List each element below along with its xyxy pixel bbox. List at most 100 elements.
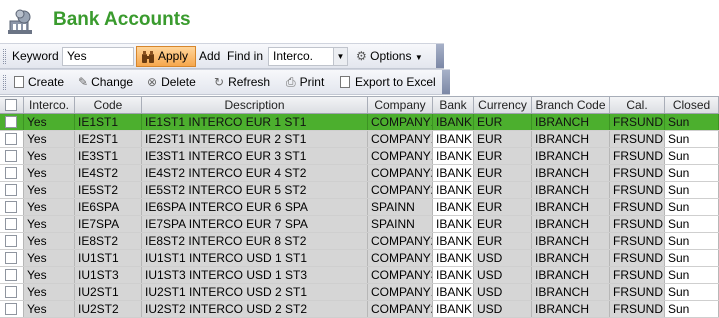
cell-cal: FRSUND: [610, 250, 665, 266]
table-row[interactable]: Yes IE6SPA IE6SPA INTERCO EUR 6 SPA SPAINN I…: [0, 199, 719, 216]
column-header-interco[interactable]: Interco.: [24, 97, 75, 113]
row-checkbox[interactable]: [5, 116, 17, 128]
column-header-description[interactable]: Description: [142, 97, 368, 113]
create-button[interactable]: Create: [14, 70, 64, 94]
select-all-checkbox[interactable]: [5, 99, 17, 111]
column-header-branch-code[interactable]: Branch Code: [532, 97, 610, 113]
apply-button[interactable]: Apply: [136, 46, 196, 67]
cell-closed: Sun: [665, 114, 719, 130]
cell-interco: Yes: [24, 301, 75, 317]
cell-interco: Yes: [24, 284, 75, 300]
cell-interco: Yes: [24, 250, 75, 266]
row-checkbox[interactable]: [5, 286, 17, 298]
cell-company: COMPANY2: [368, 233, 433, 249]
cell-description: IE5ST2 INTERCO EUR 5 ST2: [142, 182, 368, 198]
table-row[interactable]: Yes IU2ST2 IU2ST2 INTERCO USD 2 ST2 COMPANY…: [0, 301, 719, 318]
table-row[interactable]: Yes IE7SPA IE7SPA INTERCO EUR 7 SPA SPAINN I…: [0, 216, 719, 233]
cell-bank: IBANK: [433, 165, 474, 181]
delete-button[interactable]: ⊗ Delete: [147, 70, 196, 94]
toolbar-grip[interactable]: [3, 49, 6, 64]
export-label: Export to Excel: [355, 75, 436, 89]
cell-currency: USD: [474, 284, 532, 300]
table-row[interactable]: Yes IU1ST1 IU1ST1 INTERCO USD 1 ST1 COMPANY…: [0, 250, 719, 267]
row-select-cell: [0, 284, 24, 300]
row-checkbox[interactable]: [5, 184, 17, 196]
table-row[interactable]: Yes IE4ST2 IE4ST2 INTERCO EUR 4 ST2 COMPANY…: [0, 165, 719, 182]
cell-bank: IBANK: [433, 114, 474, 130]
cell-company: COMPANY1: [368, 284, 433, 300]
cell-description: IE1ST1 INTERCO EUR 1 ST1: [142, 114, 368, 130]
chevron-down-icon[interactable]: ▼: [333, 48, 347, 65]
cell-cal: FRSUND: [610, 165, 665, 181]
column-header-cal[interactable]: Cal.: [610, 97, 665, 113]
row-checkbox[interactable]: [5, 167, 17, 179]
cell-currency: EUR: [474, 131, 532, 147]
cell-company: COMPANY1: [368, 148, 433, 164]
cell-interco: Yes: [24, 165, 75, 181]
table-row[interactable]: Yes IU2ST1 IU2ST1 INTERCO USD 2 ST1 COMPANY…: [0, 284, 719, 301]
table-row[interactable]: Yes IE8ST2 IE8ST2 INTERCO EUR 8 ST2 COMPANY…: [0, 233, 719, 250]
cell-interco: Yes: [24, 131, 75, 147]
refresh-icon: ↻: [214, 75, 225, 89]
row-checkbox[interactable]: [5, 269, 17, 281]
options-chevron-icon: ▼: [414, 53, 423, 62]
table-row[interactable]: Yes IE1ST1 IE1ST1 INTERCO EUR 1 ST1 COMPANY…: [0, 114, 719, 131]
print-button[interactable]: ⎙ Print: [286, 70, 324, 94]
table-row[interactable]: Yes IE2ST1 IE2ST1 INTERCO EUR 2 ST1 COMPANY…: [0, 131, 719, 148]
cell-cal: FRSUND: [610, 182, 665, 198]
row-checkbox[interactable]: [5, 150, 17, 162]
cell-branch-code: IBRANCH: [532, 114, 610, 130]
cell-closed: Sun: [665, 250, 719, 266]
export-button[interactable]: Export to Excel: [340, 70, 436, 94]
cell-currency: USD: [474, 267, 532, 283]
toolbar-overflow[interactable]: [436, 44, 444, 68]
cell-cal: FRSUND: [610, 131, 665, 147]
find-in-select[interactable]: Interco. ▼: [268, 47, 348, 66]
toolbar-overflow[interactable]: [442, 70, 450, 94]
grid-header-row: Interco. Code Description Company Bank Curren…: [0, 97, 719, 114]
toolbar-grip[interactable]: [3, 75, 6, 90]
select-all-cell: [0, 97, 24, 113]
row-select-cell: [0, 165, 24, 181]
row-checkbox[interactable]: [5, 235, 17, 247]
row-select-cell: [0, 301, 24, 317]
cell-description: IU2ST2 INTERCO USD 2 ST2: [142, 301, 368, 317]
action-toolbar: Create ✎ Change ⊗ Delete ↻ Refresh ⎙ Print E…: [0, 69, 450, 95]
cell-company: SPAINN: [368, 216, 433, 232]
cell-branch-code: IBRANCH: [532, 250, 610, 266]
column-header-closed[interactable]: Closed: [665, 97, 719, 113]
page-title: Bank Accounts: [53, 9, 191, 30]
cell-description: IU2ST1 INTERCO USD 2 ST1: [142, 284, 368, 300]
cell-company: COMPANY2: [368, 301, 433, 317]
cell-code: IE5ST2: [75, 182, 142, 198]
cell-closed: Sun: [665, 284, 719, 300]
column-header-currency[interactable]: Currency: [474, 97, 532, 113]
keyword-input[interactable]: Yes: [62, 47, 134, 66]
column-header-company[interactable]: Company: [368, 97, 433, 113]
table-row[interactable]: Yes IE3ST1 IE3ST1 INTERCO EUR 3 ST1 COMPANY…: [0, 148, 719, 165]
cell-currency: EUR: [474, 182, 532, 198]
add-button[interactable]: Add: [199, 44, 220, 68]
table-row[interactable]: Yes IU1ST3 IU1ST3 INTERCO USD 1 ST3 COMPANY…: [0, 267, 719, 284]
row-checkbox[interactable]: [5, 252, 17, 264]
row-checkbox[interactable]: [5, 201, 17, 213]
options-button[interactable]: ⚙ Options ▼: [356, 44, 423, 68]
cell-description: IE4ST2 INTERCO EUR 4 ST2: [142, 165, 368, 181]
cell-bank: IBANK: [433, 301, 474, 317]
row-checkbox[interactable]: [5, 218, 17, 230]
create-label: Create: [28, 75, 65, 89]
cell-currency: EUR: [474, 199, 532, 215]
cell-code: IE3ST1: [75, 148, 142, 164]
cell-cal: FRSUND: [610, 216, 665, 232]
cell-company: COMPANY3: [368, 267, 433, 283]
row-checkbox[interactable]: [5, 133, 17, 145]
cell-description: IE6SPA INTERCO EUR 6 SPA: [142, 199, 368, 215]
cell-currency: USD: [474, 250, 532, 266]
table-row[interactable]: Yes IE5ST2 IE5ST2 INTERCO EUR 5 ST2 COMPANY…: [0, 182, 719, 199]
cell-code: IE4ST2: [75, 165, 142, 181]
column-header-code[interactable]: Code: [75, 97, 142, 113]
column-header-bank[interactable]: Bank: [433, 97, 474, 113]
refresh-button[interactable]: ↻ Refresh: [214, 70, 270, 94]
change-button[interactable]: ✎ Change: [78, 70, 133, 94]
cell-code: IU2ST1: [75, 284, 142, 300]
